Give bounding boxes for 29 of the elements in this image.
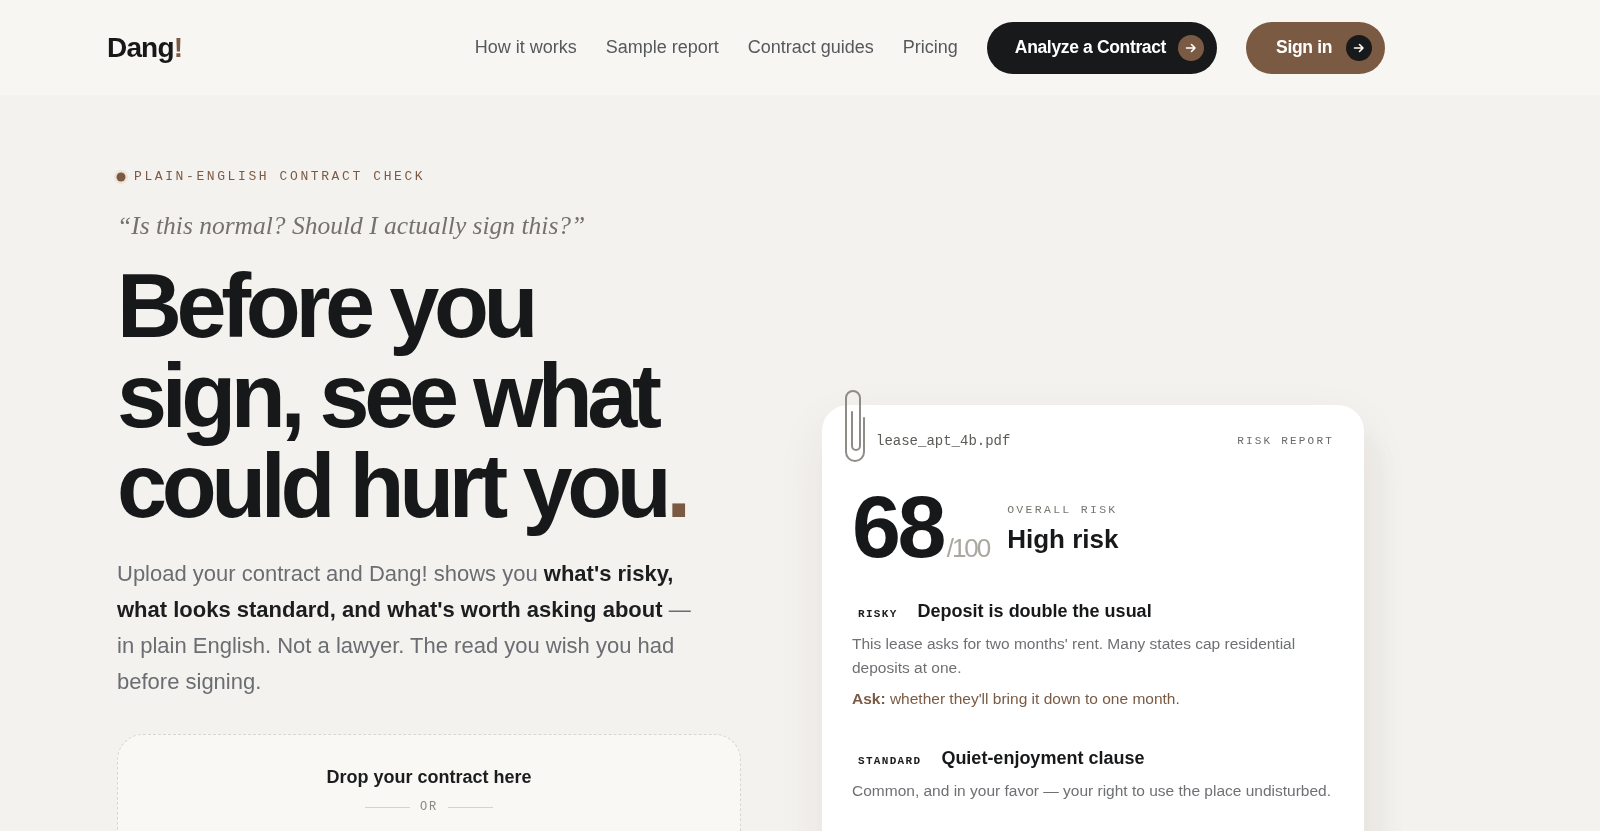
headline: Before you sign, see what could hurt you. (117, 261, 687, 538)
score-max: /100 (946, 533, 990, 563)
finding-description: Common, and in your favor — your right to use the place undisturbed. (852, 781, 1333, 801)
logo[interactable]: Dang! (107, 31, 183, 64)
intro-paragraph: Upload your contract and Dang! shows you what's risky, what looks standard, and what's worth asking about — in plain English. Not a lawyer. The read you wish you had before signing. (117, 560, 692, 696)
nav-link[interactable]: Sample report (605, 37, 719, 58)
analyze-button[interactable]: Analyze a Contract (986, 21, 1218, 74)
finding-description: This lease asks for two months' rent. Many states cap residential deposits at one. (852, 634, 1297, 678)
nav-link[interactable]: Pricing (902, 37, 958, 58)
divider-label: OR (420, 799, 438, 815)
eyebrow-label: PLAIN-ENGLISH CONTRACT CHECK (134, 169, 426, 185)
ask-note: Ask: whether they'll bring it down to one month. (852, 689, 1181, 709)
risk-verdict: High risk (1007, 523, 1119, 555)
file-name: lease_apt_4b.pdf (876, 433, 1011, 449)
report-label: RISK REPORT (1237, 434, 1334, 449)
paperclip-icon (844, 389, 866, 463)
sign-in-button[interactable]: Sign in (1246, 21, 1385, 74)
drop-zone[interactable]: Drop your contract here OR (117, 734, 741, 831)
drop-zone-title: Drop your contract here (326, 766, 532, 789)
overall-risk-label: OVERALL RISK (1007, 503, 1119, 517)
finding-title: Quiet-enjoyment clause (941, 747, 1145, 770)
nav-link[interactable]: How it works (474, 37, 577, 58)
finding-title: Deposit is double the usual (917, 600, 1152, 623)
nav-link[interactable]: Contract guides (747, 37, 874, 58)
quote-text: “Is this normal? Should I actually sign this?” (117, 211, 587, 241)
risk-score: 68 (852, 477, 943, 576)
dot-icon (114, 170, 128, 184)
finding-tag: RISKY (858, 608, 898, 620)
finding-tag: STANDARD (858, 755, 922, 767)
